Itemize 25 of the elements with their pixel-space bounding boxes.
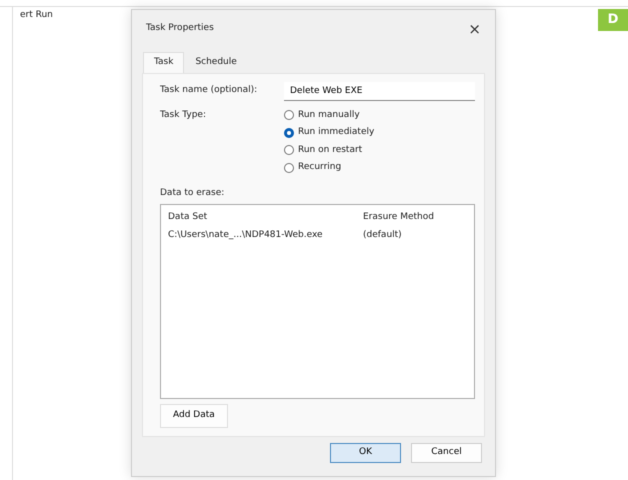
radio-label[interactable]: Recurring xyxy=(298,161,342,174)
radio-button[interactable] xyxy=(284,128,294,138)
ok-button[interactable]: OK xyxy=(330,442,401,462)
logo-badge: D xyxy=(598,9,628,31)
list-cell[interactable]: C:\Users\nate_...\NDP481-Web.exe xyxy=(168,229,363,247)
dialog-title: Task Properties xyxy=(146,22,214,36)
window-label: ert Run xyxy=(20,9,53,22)
radio-label[interactable]: Run on restart xyxy=(298,144,362,157)
cancel-button[interactable]: Cancel xyxy=(411,442,482,462)
radio-button[interactable] xyxy=(284,162,294,173)
column-header: Erasure Method xyxy=(363,211,435,224)
list-cell[interactable]: (default) xyxy=(363,229,467,247)
add-data-button[interactable]: Add Data xyxy=(160,404,228,428)
radio-label[interactable]: Run manually xyxy=(298,108,360,122)
tab[interactable]: Schedule xyxy=(184,52,248,72)
column-header: Data Set xyxy=(168,211,208,224)
input-field[interactable]: Delete Web EXE xyxy=(284,82,475,100)
radio-label[interactable]: Run immediately xyxy=(298,126,374,140)
close-button[interactable]: × xyxy=(464,22,485,36)
tab[interactable]: Task xyxy=(143,52,184,72)
field-label: Task Type: xyxy=(160,108,207,122)
field-label: Task name (optional): xyxy=(160,84,258,98)
section-label: Data to erase: xyxy=(160,186,226,200)
radio-button[interactable] xyxy=(284,110,294,120)
radio-button[interactable] xyxy=(284,145,294,156)
